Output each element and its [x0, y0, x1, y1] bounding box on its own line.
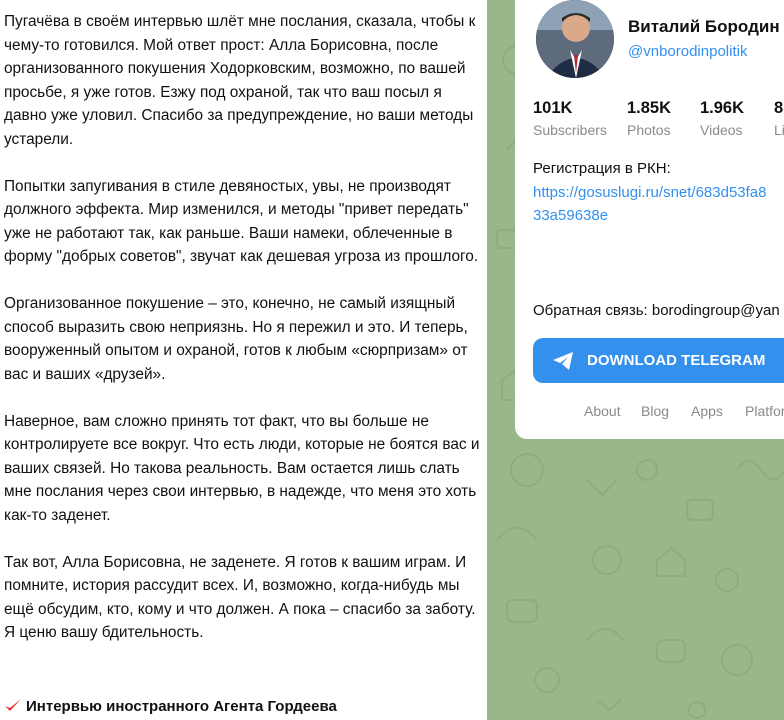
nav-link-about[interactable]: About: [584, 403, 621, 419]
stat-label: Li: [774, 122, 784, 138]
stat-links: 8 Li: [774, 98, 784, 140]
check-mark-icon: [4, 697, 22, 715]
stat-photos: 1.85K Photos: [627, 98, 671, 140]
registration-label: Регистрация в РКН:: [533, 160, 671, 177]
stat-label: Videos: [700, 122, 743, 138]
nav-link-blog[interactable]: Blog: [641, 403, 669, 419]
nav-link-apps[interactable]: Apps: [691, 403, 723, 419]
stat-value: 101K: [533, 99, 573, 117]
stat-label: Subscribers: [533, 122, 607, 138]
post-paragraph: Организованное покушение – это, конечно,…: [4, 295, 468, 383]
stat-value: 1.96K: [700, 99, 745, 117]
avatar[interactable]: [536, 0, 614, 78]
telegram-plane-icon: [551, 349, 575, 373]
channel-name: Виталий Бородин: [628, 17, 780, 36]
registration-link[interactable]: https://gosuslugi.ru/snet/683d53fa8: [533, 184, 767, 201]
stat-value: 8: [774, 99, 784, 117]
stat-value: 1.85K: [627, 99, 672, 117]
post-paragraph: Пугачёва в своём интервью шлёт мне посла…: [4, 13, 476, 148]
channel-handle[interactable]: @vnborodinpolitik: [628, 43, 747, 60]
post-message: Пугачёва в своём интервью шлёт мне посла…: [0, 0, 487, 720]
stat-subscribers: 101K Subscribers: [533, 98, 607, 140]
download-telegram-button[interactable]: DOWNLOAD TELEGRAM: [533, 338, 784, 383]
post-paragraph: Наверное, вам сложно принять тот факт, ч…: [4, 412, 480, 524]
post-paragraph: Попытки запугивания в стиле девяностых, …: [4, 177, 479, 266]
stat-videos: 1.96K Videos: [700, 98, 744, 140]
stat-label: Photos: [627, 122, 671, 138]
feedback-text: Обратная связь: borodingroup@yan: [533, 302, 780, 319]
post-footer-link[interactable]: Интервью иностранного Агента Гордеева: [4, 694, 337, 718]
post-text: Пугачёва в своём интервью шлёт мне посла…: [4, 10, 480, 668]
registration-link-continued[interactable]: 33a59638e: [533, 207, 608, 224]
nav-link-platforms[interactable]: Platforms: [745, 403, 784, 419]
footer-link-text: Интервью иностранного Агента Гордеева: [26, 697, 337, 715]
post-paragraph: Так вот, Алла Борисовна, не заденете. Я …: [4, 553, 476, 642]
download-button-label: DOWNLOAD TELEGRAM: [587, 352, 766, 369]
